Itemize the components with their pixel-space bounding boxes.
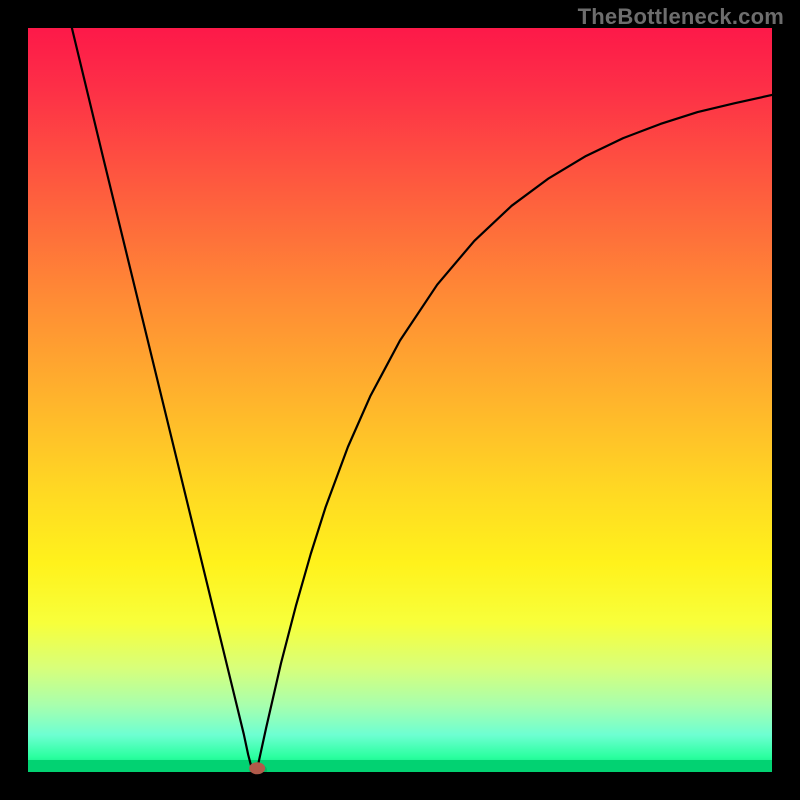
bottleneck-curve: [72, 28, 772, 769]
watermark-text: TheBottleneck.com: [578, 4, 784, 30]
curve-layer: [28, 28, 772, 772]
plot-area: [28, 28, 772, 772]
chart-frame: TheBottleneck.com: [0, 0, 800, 800]
minimum-marker: [249, 762, 265, 774]
